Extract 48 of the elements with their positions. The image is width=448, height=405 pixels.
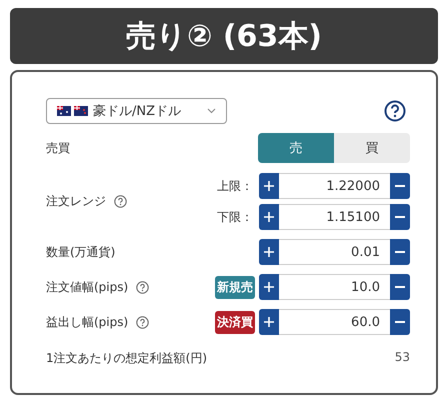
increment-button[interactable] — [259, 309, 279, 335]
number-field[interactable]: 1.15100 — [279, 204, 390, 230]
number-field[interactable]: 10.0 — [279, 274, 390, 300]
bound-label: 上限： — [217, 178, 253, 194]
order-type-tag: 決済買 — [215, 310, 255, 334]
decrement-button[interactable] — [390, 309, 410, 335]
help-icon[interactable] — [136, 280, 150, 294]
title-banner: 売り② (63本) — [10, 8, 438, 64]
increment-button[interactable] — [259, 239, 279, 265]
minus-icon — [395, 321, 405, 323]
currency-pair-dropdown[interactable]: 豪ドル/NZドル — [46, 98, 227, 124]
minus-icon — [395, 216, 405, 218]
increment-button[interactable] — [259, 173, 279, 199]
decrement-button[interactable] — [390, 173, 410, 199]
flag-icon — [74, 106, 88, 116]
plus-icon — [264, 247, 274, 257]
side-toggle[interactable]: 売 — [258, 133, 334, 163]
plus-icon — [264, 212, 274, 222]
minus-icon — [395, 286, 405, 288]
number-field[interactable]: 60.0 — [279, 309, 390, 335]
help-icon[interactable] — [136, 316, 150, 328]
decrement-button[interactable] — [390, 274, 410, 300]
help-icon[interactable] — [114, 195, 127, 208]
increment-button[interactable] — [259, 274, 279, 300]
chevron-down-icon — [207, 108, 216, 114]
summary-value: 53 — [394, 350, 410, 366]
order-type-tag: 新規売 — [215, 276, 255, 298]
decrement-button[interactable] — [390, 204, 410, 230]
field-label: 売買 — [46, 140, 70, 156]
field-label: 益出し幅(pips) — [46, 314, 128, 330]
plus-icon — [264, 317, 274, 327]
side-toggle[interactable]: 買 — [334, 133, 410, 163]
decrement-button[interactable] — [390, 239, 410, 265]
bound-label: 下限： — [217, 208, 253, 226]
currency-pair: 豪ドル/NZドル — [93, 103, 182, 120]
number-field[interactable]: 0.01 — [279, 239, 390, 265]
plus-icon — [264, 181, 274, 191]
increment-button[interactable] — [259, 204, 279, 230]
summary-label: 1注文あたりの想定利益額(円) — [46, 350, 207, 367]
help-icon[interactable] — [384, 100, 406, 122]
field-label: 数量(万通貨) — [46, 244, 116, 260]
number-field[interactable]: 1.22000 — [279, 173, 390, 199]
minus-icon — [395, 185, 405, 187]
field-label: 注文レンジ — [46, 193, 106, 210]
minus-icon — [395, 251, 405, 253]
plus-icon — [264, 282, 274, 292]
field-label: 注文値幅(pips) — [46, 278, 128, 296]
flag-icon — [57, 106, 71, 116]
